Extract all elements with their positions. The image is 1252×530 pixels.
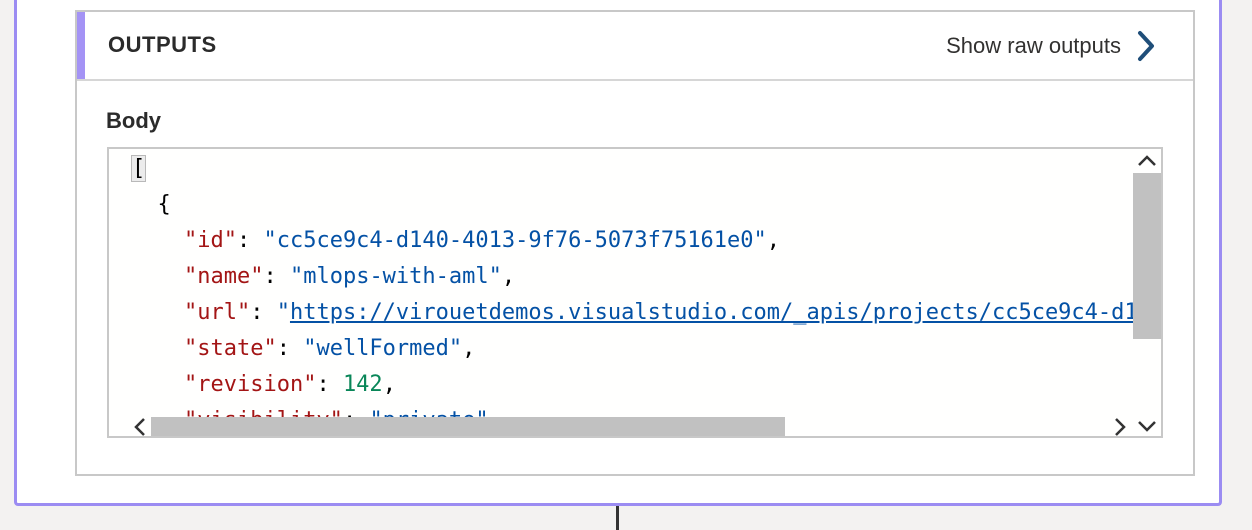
revision-key: "revision"	[183, 372, 317, 397]
code-line: [	[131, 151, 147, 187]
chevron-down-icon[interactable]	[1137, 419, 1157, 433]
colon: :	[276, 336, 304, 361]
comma: ,	[766, 228, 781, 253]
array-open-bracket: [	[131, 155, 147, 182]
outputs-panel: OUTPUTS Show raw outputs Body [ { "id": …	[75, 10, 1195, 476]
chevron-right-icon[interactable]	[1113, 417, 1127, 437]
header-accent-bar	[77, 12, 85, 79]
colon: :	[236, 228, 264, 253]
chevron-right-icon	[1138, 31, 1154, 61]
id-value: "cc5ce9c4-d140-4013-9f76-5073f75161e0"	[263, 228, 767, 253]
comma: ,	[462, 336, 476, 361]
name-key: "name"	[183, 264, 264, 289]
colon: :	[263, 264, 290, 289]
comma: ,	[382, 372, 396, 397]
chevron-up-icon[interactable]	[1137, 153, 1157, 167]
colon: :	[316, 372, 343, 397]
object-open-brace: {	[157, 192, 171, 217]
url-key: "url"	[183, 300, 251, 325]
comma: ,	[501, 264, 516, 289]
revision-value: 142	[342, 372, 383, 397]
body-code-viewer[interactable]: [ { "id": "cc5ce9c4-d140-4013-9f76-5073f…	[107, 147, 1163, 438]
state-key: "state"	[183, 336, 277, 361]
outputs-header: OUTPUTS Show raw outputs	[77, 12, 1193, 81]
code-line-url: "url": "https://virouetdemos.visualstudi…	[131, 295, 1133, 331]
id-key: "id"	[183, 228, 237, 253]
code-line-id: "id": "cc5ce9c4-d140-4013-9f76-5073f7516…	[131, 223, 780, 259]
outputs-title: OUTPUTS	[108, 32, 217, 57]
code-line: {	[131, 187, 171, 223]
vertical-scroll-thumb[interactable]	[1133, 173, 1161, 339]
vertical-scrollbar[interactable]	[1133, 149, 1161, 436]
url-link[interactable]: https://virouetdemos.visualstudio.com/_a…	[290, 300, 1133, 325]
code-lines: [ { "id": "cc5ce9c4-d140-4013-9f76-5073f…	[131, 151, 1133, 418]
code-line-visibility: "visibility": "private",	[131, 403, 502, 418]
code-line-name: "name": "mlops-with-aml",	[131, 259, 515, 295]
horizontal-scroll-thumb[interactable]	[151, 417, 785, 436]
name-value: "mlops-with-aml"	[289, 264, 502, 289]
code-line-state: "state": "wellFormed",	[131, 331, 475, 367]
chevron-left-icon[interactable]	[133, 417, 147, 437]
state-value: "wellFormed"	[303, 336, 463, 361]
code-line-revision: "revision": 142,	[131, 367, 396, 403]
show-raw-outputs-label: Show raw outputs	[946, 33, 1121, 58]
show-raw-outputs-button[interactable]: Show raw outputs	[946, 26, 1157, 66]
flow-connector-line	[616, 506, 619, 530]
colon: :	[250, 300, 277, 325]
url-quote: "	[276, 300, 290, 325]
action-card: OUTPUTS Show raw outputs Body [ { "id": …	[14, 0, 1222, 506]
body-label: Body	[106, 108, 161, 133]
